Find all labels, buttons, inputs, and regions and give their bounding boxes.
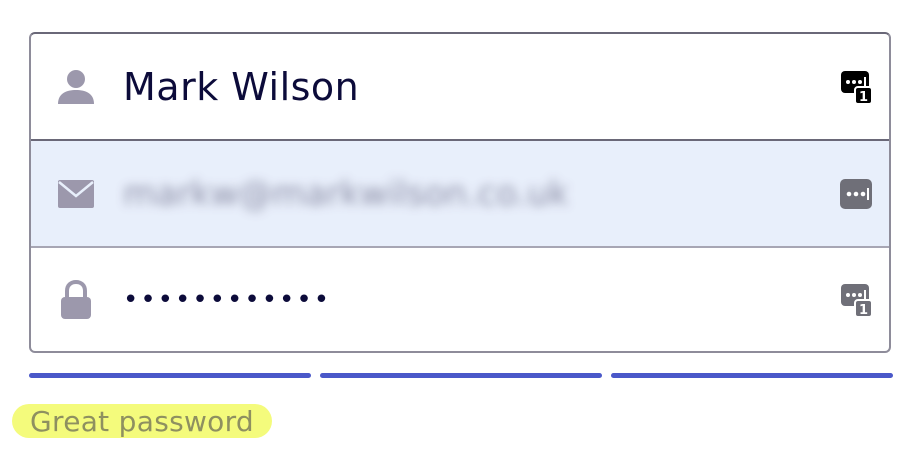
strength-segment-1 xyxy=(29,373,311,378)
email-input-value[interactable]: markw@markwilson.co.uk xyxy=(123,174,569,214)
password-manager-icon[interactable] xyxy=(839,176,873,212)
password-field[interactable]: •••••••••••• 1 xyxy=(31,248,889,351)
strength-segment-3 xyxy=(611,373,893,378)
password-manager-icon[interactable]: 1 xyxy=(839,69,873,105)
person-icon xyxy=(56,67,96,107)
password-input-value[interactable]: •••••••••••• xyxy=(123,285,331,315)
strength-label: Great password xyxy=(30,404,254,438)
password-strength-meter xyxy=(29,373,893,378)
signup-form-screen: Mark Wilson 1 markw@markwilson.co.uk •••… xyxy=(0,0,909,456)
strength-label-highlight: Great password xyxy=(12,404,272,438)
password-manager-badge: 1 xyxy=(859,90,868,105)
envelope-icon xyxy=(56,174,96,214)
password-manager-badge: 1 xyxy=(859,303,868,318)
lock-icon xyxy=(56,279,96,320)
strength-segment-2 xyxy=(320,373,602,378)
credentials-form: Mark Wilson 1 markw@markwilson.co.uk •••… xyxy=(29,32,891,353)
email-field[interactable]: markw@markwilson.co.uk xyxy=(31,141,889,248)
name-input-value[interactable]: Mark Wilson xyxy=(123,65,359,109)
password-manager-icon[interactable]: 1 xyxy=(839,282,873,318)
name-field[interactable]: Mark Wilson 1 xyxy=(31,34,889,141)
